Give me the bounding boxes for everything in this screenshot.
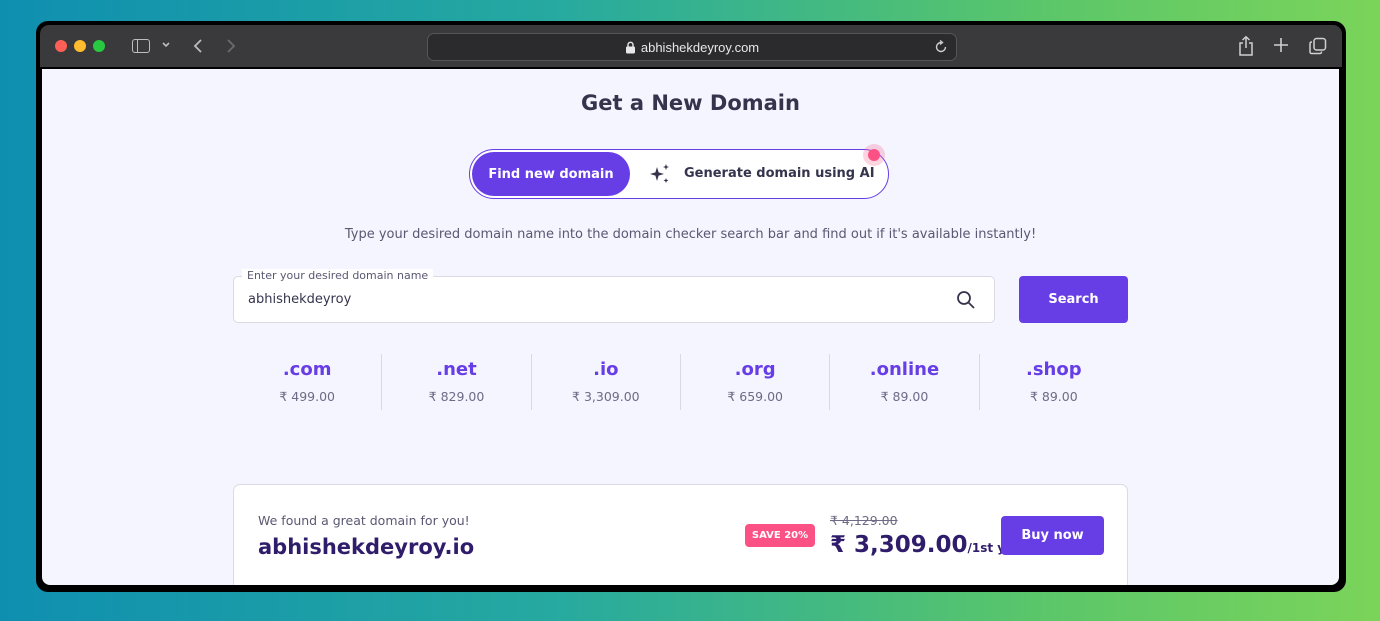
tld-item-online[interactable]: .online ₹ 89.00: [830, 354, 980, 410]
maximize-window-button[interactable]: [93, 40, 105, 52]
browser-window: abhishekdeyroy.com Get a New Domain Find…: [36, 21, 1346, 592]
domain-result-card: We found a great domain for you! abhishe…: [233, 484, 1128, 585]
tld-price: ₹ 89.00: [880, 389, 929, 404]
page-content: Get a New Domain Find new domain Generat…: [42, 69, 1339, 585]
sidebar-toggle-icon[interactable]: [132, 39, 150, 53]
result-label: We found a great domain for you!: [258, 513, 470, 528]
address-bar[interactable]: abhishekdeyroy.com: [427, 33, 957, 61]
close-window-button[interactable]: [55, 40, 67, 52]
sparkle-icon: [650, 163, 669, 183]
search-button[interactable]: Search: [1019, 276, 1128, 323]
search-mode-toggle: Find new domain Generate domain using AI: [469, 144, 889, 199]
tld-name: .online: [869, 359, 940, 380]
lock-icon: [625, 41, 635, 53]
tld-price-list: .com ₹ 499.00 .net ₹ 829.00 .io ₹ 3,309.…: [233, 354, 1128, 410]
tld-name: .org: [734, 359, 776, 380]
browser-titlebar: abhishekdeyroy.com: [40, 25, 1342, 67]
tld-item-com[interactable]: .com ₹ 499.00: [233, 354, 383, 410]
address-url: abhishekdeyroy.com: [640, 39, 760, 55]
domain-search-field: Enter your desired domain name: [233, 269, 995, 323]
tld-price: ₹ 829.00: [428, 389, 485, 404]
notification-dot: [863, 144, 885, 166]
discounted-price: ₹ 3,309.00/1st yr: [830, 532, 1011, 558]
domain-search-input[interactable]: [248, 277, 928, 322]
tab-find-new-domain[interactable]: Find new domain: [472, 152, 630, 196]
buy-now-button[interactable]: Buy now: [1001, 516, 1104, 555]
original-price: ₹ 4,129.00: [830, 513, 898, 528]
tab-generate-ai-domain[interactable]: Generate domain using AI: [648, 150, 875, 197]
search-icon[interactable]: [956, 290, 976, 310]
minimize-window-button[interactable]: [74, 40, 86, 52]
tab-overview-icon[interactable]: [1309, 37, 1327, 55]
page-title: Get a New Domain: [581, 91, 800, 115]
share-icon[interactable]: [1237, 35, 1255, 57]
ai-tab-label: Generate domain using AI: [684, 166, 875, 181]
tld-name: .io: [593, 359, 619, 380]
tld-price: ₹ 3,309.00: [572, 389, 640, 404]
tld-name: .com: [282, 359, 332, 380]
reload-icon[interactable]: [934, 40, 948, 54]
tld-item-org[interactable]: .org ₹ 659.00: [681, 354, 831, 410]
result-domain-name: abhishekdeyroy.io: [258, 535, 475, 559]
new-tab-plus-icon[interactable]: [1273, 37, 1289, 53]
tld-price: ₹ 89.00: [1029, 389, 1078, 404]
tld-item-net[interactable]: .net ₹ 829.00: [382, 354, 532, 410]
tld-item-shop[interactable]: .shop ₹ 89.00: [980, 354, 1128, 410]
chevron-down-icon[interactable]: [160, 37, 172, 53]
price-value: ₹ 3,309.00: [830, 532, 968, 558]
page-subtitle: Type your desired domain name into the d…: [344, 227, 1037, 242]
forward-arrow-icon[interactable]: [225, 37, 237, 55]
tld-name: .shop: [1025, 359, 1082, 380]
tld-name: .net: [436, 359, 477, 380]
tld-price: ₹ 659.00: [727, 389, 783, 404]
tld-price: ₹ 499.00: [279, 389, 335, 404]
back-arrow-icon[interactable]: [192, 37, 204, 55]
tld-item-io[interactable]: .io ₹ 3,309.00: [532, 354, 681, 410]
discount-badge: SAVE 20%: [745, 524, 815, 547]
